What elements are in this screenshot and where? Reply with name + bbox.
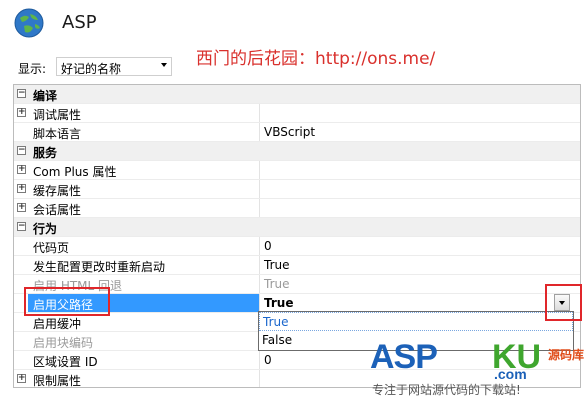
logo-com: .com xyxy=(494,366,527,382)
dropdown-option-true[interactable]: True xyxy=(259,312,573,331)
logo-cn: 源码库 xyxy=(548,348,584,362)
property-row[interactable]: 脚本语言 VBScript xyxy=(14,123,580,142)
column-divider xyxy=(259,123,260,141)
show-label: 显示: xyxy=(18,62,47,76)
column-divider xyxy=(259,351,260,369)
collapse-icon[interactable]: − xyxy=(17,222,26,231)
property-row[interactable]: + Com Plus 属性 xyxy=(14,161,580,180)
sort-select[interactable]: 好记的名称 xyxy=(56,57,172,76)
property-value[interactable]: True xyxy=(264,277,290,291)
property-row[interactable]: + 调试属性 xyxy=(14,104,580,123)
logo-slogan: 专注于网站源代码的下载站! xyxy=(372,383,521,397)
category-row[interactable]: − 行为 xyxy=(14,218,580,237)
expand-icon[interactable]: + xyxy=(17,374,26,383)
collapse-icon[interactable]: − xyxy=(17,146,26,155)
property-name: Com Plus 属性 xyxy=(33,165,117,179)
property-name: 启用块编码 xyxy=(33,336,94,350)
globe-icon xyxy=(14,8,44,38)
property-name: 行为 xyxy=(33,222,58,236)
column-divider xyxy=(259,161,260,179)
property-value[interactable]: True xyxy=(264,296,293,310)
property-row[interactable]: + 会话属性 xyxy=(14,199,580,218)
expand-icon[interactable]: + xyxy=(17,165,26,174)
column-divider xyxy=(259,199,260,217)
highlight-box-property xyxy=(24,287,110,316)
column-divider xyxy=(259,104,260,122)
property-name: 会话属性 xyxy=(33,203,82,217)
chevron-down-icon xyxy=(161,63,167,67)
expand-icon[interactable]: + xyxy=(17,184,26,193)
column-divider xyxy=(259,256,260,274)
property-value[interactable]: True xyxy=(264,258,290,272)
header: ASP 西门的后花园：http://ons.me/ xyxy=(0,0,584,69)
category-row[interactable]: − 编译 xyxy=(14,85,580,104)
property-name: 限制属性 xyxy=(33,374,82,388)
column-divider xyxy=(259,180,260,198)
site-logo: ASP KU 源码库 .com 专注于网站源代码的下载站! xyxy=(368,336,584,400)
logo-asp: ASP xyxy=(370,338,438,376)
property-name: 编译 xyxy=(33,89,58,103)
property-name: 服务 xyxy=(33,146,58,160)
property-name: 启用缓冲 xyxy=(33,317,82,331)
column-divider xyxy=(259,237,260,255)
property-value[interactable]: 0 xyxy=(264,239,272,253)
page-title: ASP xyxy=(62,12,97,33)
column-divider xyxy=(259,275,260,293)
category-row[interactable]: − 服务 xyxy=(14,142,580,161)
highlight-box-dropdown-button xyxy=(545,284,582,321)
property-row[interactable]: 发生配置更改时重新启动 True xyxy=(14,256,580,275)
property-name: 调试属性 xyxy=(33,108,82,122)
property-name: 脚本语言 xyxy=(33,127,82,141)
property-name: 代码页 xyxy=(33,241,70,255)
property-value[interactable]: 0 xyxy=(264,353,272,367)
property-value[interactable]: VBScript xyxy=(264,125,315,139)
property-name: 缓存属性 xyxy=(33,184,82,198)
column-divider xyxy=(259,370,260,387)
expand-icon[interactable]: + xyxy=(17,108,26,117)
property-name: 区域设置 ID xyxy=(33,355,98,369)
sort-select-value: 好记的名称 xyxy=(61,62,122,76)
property-row[interactable]: 代码页 0 xyxy=(14,237,580,256)
expand-icon[interactable]: + xyxy=(17,203,26,212)
property-name: 发生配置更改时重新启动 xyxy=(33,260,166,274)
toolbar: 显示: 好记的名称 xyxy=(0,54,584,80)
column-divider xyxy=(259,294,260,312)
property-row[interactable]: + 缓存属性 xyxy=(14,180,580,199)
collapse-icon[interactable]: − xyxy=(17,89,26,98)
